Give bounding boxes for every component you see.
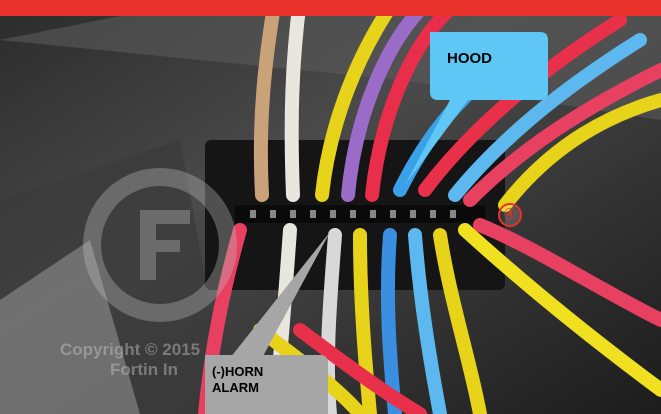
top-accent-bar [0, 0, 661, 16]
horn-alarm-callout-label: (-)HORN ALARM [212, 364, 264, 395]
hood-callout-label: HOOD [447, 50, 492, 67]
copyright-watermark-line1: Copyright © 2015 [60, 340, 201, 359]
circled-number-marker: ④ [498, 203, 522, 227]
wiring-photo-scene: HOOD (-)HORN ALARM ④ Copyright © 2015 Fo… [0, 0, 661, 414]
copyright-watermark-line2: Fortin In [110, 360, 178, 379]
